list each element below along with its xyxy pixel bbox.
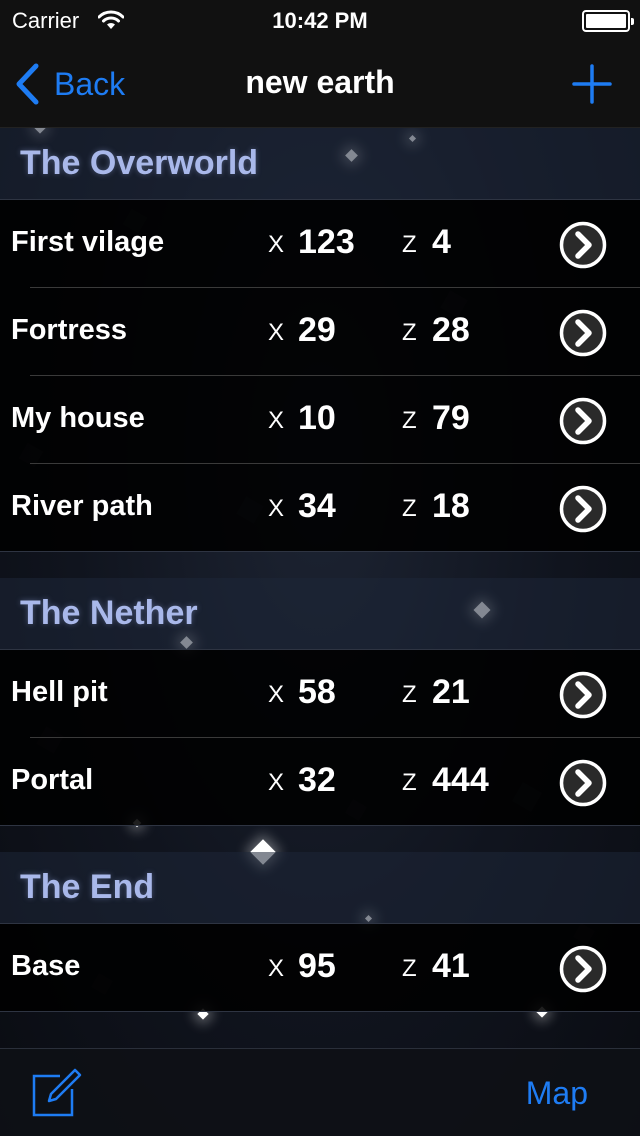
section-title: The Nether	[20, 594, 198, 632]
add-button[interactable]	[570, 62, 614, 106]
table-row[interactable]: Portal X 32 Z 444	[0, 738, 640, 826]
x-label: X	[268, 319, 285, 346]
chevron-right-circle-icon[interactable]	[559, 221, 607, 269]
z-label: Z	[402, 319, 417, 346]
table-row[interactable]: First vilage X 123 Z 4	[0, 200, 640, 288]
z-value: 41	[432, 947, 470, 985]
z-value: 79	[432, 399, 470, 437]
z-value: 21	[432, 673, 470, 711]
table-row[interactable]: River path X 34 Z 18	[0, 464, 640, 552]
chevron-right-circle-icon[interactable]	[559, 671, 607, 719]
z-label: Z	[402, 231, 417, 258]
z-label: Z	[402, 495, 417, 522]
battery-icon	[582, 10, 634, 32]
z-label: Z	[402, 407, 417, 434]
waypoint-name: My house	[11, 402, 145, 434]
table-row[interactable]: My house X 10 Z 79	[0, 376, 640, 464]
section-header-overworld: The Overworld	[0, 128, 640, 200]
z-label: Z	[402, 955, 417, 982]
x-label: X	[268, 769, 285, 796]
page-title: new earth	[245, 64, 395, 100]
section-header-end: The End	[0, 852, 640, 924]
compose-button[interactable]	[30, 1067, 82, 1119]
x-label: X	[268, 681, 285, 708]
z-label: Z	[402, 681, 417, 708]
x-value: 123	[298, 223, 355, 261]
x-value: 32	[298, 761, 336, 799]
waypoint-name: Fortress	[11, 314, 128, 346]
bottom-toolbar: Map	[0, 1048, 640, 1136]
z-value: 4	[432, 223, 451, 261]
waypoint-name: Hell pit	[11, 676, 108, 708]
navigation-bar: Back new earth	[0, 40, 640, 128]
waypoint-name: River path	[11, 490, 153, 522]
table-row[interactable]: Hell pit X 58 Z 21	[0, 650, 640, 738]
chevron-right-circle-icon[interactable]	[559, 309, 607, 357]
z-value: 28	[432, 311, 470, 349]
z-label: Z	[402, 769, 417, 796]
x-label: X	[268, 955, 285, 982]
status-bar: Carrier 10:42 PM	[0, 0, 640, 40]
x-label: X	[268, 407, 285, 434]
compose-icon	[32, 1068, 82, 1117]
x-value: 95	[298, 947, 336, 985]
section-title: The End	[20, 868, 155, 906]
z-value: 444	[432, 761, 489, 799]
waypoint-name: Portal	[11, 764, 94, 796]
x-value: 10	[298, 399, 336, 437]
x-label: X	[268, 495, 285, 522]
x-label: X	[268, 231, 285, 258]
x-value: 34	[298, 487, 336, 525]
waypoint-name: First vilage	[11, 226, 165, 258]
table-row[interactable]: Base X 95 Z 41	[0, 924, 640, 1012]
x-value: 29	[298, 311, 336, 349]
section-title: The Overworld	[20, 144, 259, 182]
map-button[interactable]: Map	[526, 1075, 588, 1112]
waypoint-name: Base	[11, 950, 81, 982]
status-time: 10:42 PM	[272, 8, 368, 33]
table-row[interactable]: Fortress X 29 Z 28	[0, 288, 640, 376]
chevron-right-circle-icon[interactable]	[559, 945, 607, 993]
chevron-right-circle-icon[interactable]	[559, 485, 607, 533]
chevron-right-circle-icon[interactable]	[559, 397, 607, 445]
plus-icon	[572, 64, 612, 104]
chevron-right-circle-icon[interactable]	[559, 759, 607, 807]
z-value: 18	[432, 487, 470, 525]
x-value: 58	[298, 673, 336, 711]
section-header-nether: The Nether	[0, 578, 640, 650]
